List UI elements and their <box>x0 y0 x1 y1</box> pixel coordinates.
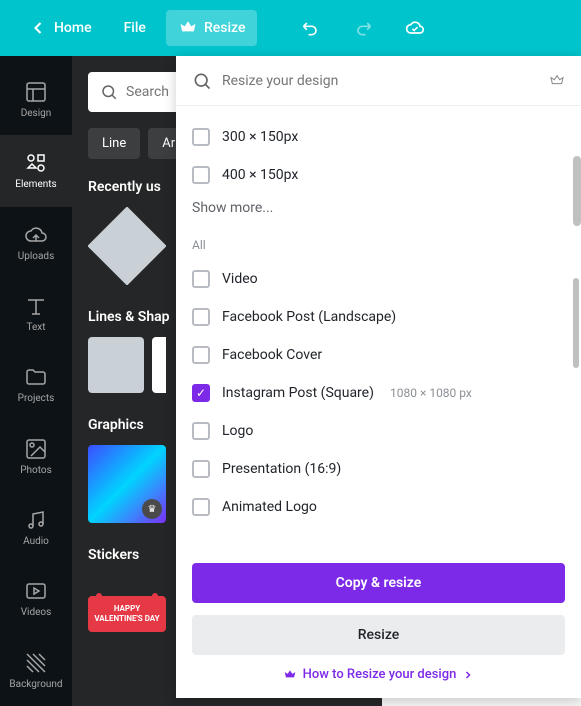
opt-label: Facebook Post (Landscape) <box>222 309 396 325</box>
howto-label: How to Resize your design <box>303 667 457 682</box>
resize-option-fb-cover[interactable]: Facebook Cover <box>192 336 565 374</box>
opt-label: Video <box>222 271 258 287</box>
chevron-right-icon <box>462 669 474 681</box>
resize-dropdown-panel: 300 × 150px 400 × 150px Show more... All… <box>176 56 581 698</box>
resize-option-fb-post[interactable]: Facebook Post (Landscape) <box>192 298 565 336</box>
opt-label: Instagram Post (Square) <box>222 385 374 401</box>
group-all-label: All <box>192 222 565 260</box>
cloud-check-icon <box>405 18 425 38</box>
side-label: Audio <box>23 536 49 547</box>
home-button[interactable]: Home <box>16 10 104 46</box>
sidebar-item-text[interactable]: Text <box>0 278 72 349</box>
thumb-shape-1[interactable] <box>88 337 144 393</box>
resize-option-presentation[interactable]: Presentation (16:9) <box>192 450 565 488</box>
checkbox-icon[interactable] <box>192 166 210 184</box>
thumb-shape-2[interactable] <box>152 337 166 393</box>
resize-label: Resize <box>204 20 246 36</box>
opt-label: Animated Logo <box>222 499 317 515</box>
side-label: Design <box>21 108 52 119</box>
resize-option-video[interactable]: Video <box>192 260 565 298</box>
side-label: Elements <box>15 179 56 190</box>
sidebar-item-design[interactable]: Design <box>0 64 72 135</box>
thumb-valentine[interactable]: HAPPY VALENTINE'S DAY <box>88 575 166 653</box>
checkbox-icon[interactable] <box>192 498 210 516</box>
resize-search-input[interactable] <box>222 73 539 89</box>
chip-line[interactable]: Line <box>88 128 140 159</box>
resize-footer: Copy & resize Resize How to Resize your … <box>176 547 581 698</box>
side-label: Text <box>26 322 45 333</box>
copy-resize-button[interactable]: Copy & resize <box>192 563 565 603</box>
opt-dims: 1080 × 1080 px <box>390 386 472 400</box>
show-more-link[interactable]: Show more... <box>192 194 565 222</box>
crown-badge-icon: ♛ <box>142 499 162 519</box>
resize-option-logo[interactable]: Logo <box>192 412 565 450</box>
sidebar-item-uploads[interactable]: Uploads <box>0 207 72 278</box>
resize-options-list[interactable]: 300 × 150px 400 × 150px Show more... All… <box>176 106 581 547</box>
resize-option-instagram[interactable]: ✓ Instagram Post (Square) 1080 × 1080 px <box>192 374 565 412</box>
opt-label: 400 × 150px <box>222 167 298 183</box>
opt-label: 300 × 150px <box>222 129 298 145</box>
redo-button[interactable] <box>341 10 385 46</box>
resize-search-bar <box>176 56 581 106</box>
opt-label: Logo <box>222 423 253 439</box>
resize-button[interactable]: Resize <box>166 10 258 46</box>
side-label: Videos <box>21 607 52 618</box>
scrollbar-thumb[interactable] <box>573 278 579 368</box>
thumb-gradient[interactable]: ♛ <box>88 445 166 523</box>
chevron-left-icon <box>28 18 48 38</box>
side-label: Projects <box>18 393 55 404</box>
top-toolbar: Home File Resize <box>0 0 581 56</box>
sidebar-item-photos[interactable]: Photos <box>0 421 72 492</box>
undo-icon <box>301 18 321 38</box>
howto-link[interactable]: How to Resize your design <box>192 667 565 682</box>
side-label: Uploads <box>18 251 54 262</box>
checkbox-icon[interactable] <box>192 460 210 478</box>
sidebar-item-videos[interactable]: Videos <box>0 563 72 634</box>
side-label: Background <box>9 679 62 690</box>
outer-scrollbar-thumb[interactable] <box>573 156 581 226</box>
opt-label: Presentation (16:9) <box>222 461 341 477</box>
crown-icon <box>283 668 297 682</box>
search-icon <box>100 83 118 101</box>
file-label: File <box>124 20 146 36</box>
thumb-diamond[interactable] <box>88 207 166 285</box>
sidebar-item-projects[interactable]: Projects <box>0 349 72 420</box>
checkbox-icon[interactable] <box>192 422 210 440</box>
file-button[interactable]: File <box>112 12 158 44</box>
checkbox-icon[interactable] <box>192 128 210 146</box>
side-label: Photos <box>20 465 52 476</box>
resize-option-anim-logo[interactable]: Animated Logo <box>192 488 565 526</box>
sidebar-item-elements[interactable]: Elements <box>0 135 72 206</box>
checkbox-icon[interactable] <box>192 346 210 364</box>
checkbox-checked-icon[interactable]: ✓ <box>192 384 210 402</box>
sidebar-item-background[interactable]: Background <box>0 635 72 706</box>
resize-option[interactable]: 300 × 150px <box>192 118 565 156</box>
home-label: Home <box>54 20 92 36</box>
checkbox-icon[interactable] <box>192 270 210 288</box>
opt-label: Facebook Cover <box>222 347 322 363</box>
checkbox-icon[interactable] <box>192 308 210 326</box>
cloud-button[interactable] <box>393 10 437 46</box>
search-icon <box>192 71 212 91</box>
valentine-badge: HAPPY VALENTINE'S DAY <box>88 596 166 631</box>
sidebar-item-audio[interactable]: Audio <box>0 492 72 563</box>
resize-only-button[interactable]: Resize <box>192 615 565 655</box>
redo-icon <box>353 18 373 38</box>
crown-icon <box>178 18 198 38</box>
crown-icon <box>549 73 565 89</box>
left-sidebar: Design Elements Uploads Text Projects Ph… <box>0 56 72 706</box>
undo-button[interactable] <box>289 10 333 46</box>
resize-option[interactable]: 400 × 150px <box>192 156 565 194</box>
